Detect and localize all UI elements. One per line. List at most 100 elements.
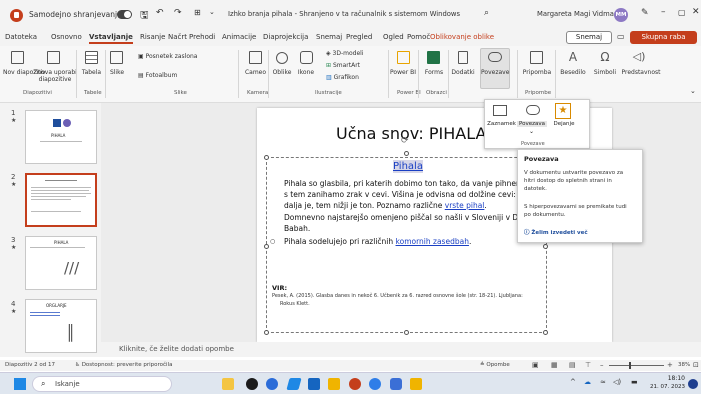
chrome-icon[interactable] — [369, 378, 381, 390]
chart-button[interactable]: ▥ Grafikon — [326, 74, 359, 81]
resize-handle[interactable] — [404, 151, 409, 156]
redo-icon[interactable]: ↷ — [174, 8, 182, 18]
customize-toolbar-icon[interactable]: ⌄ — [209, 8, 215, 16]
power-bi-button[interactable]: Power BI — [390, 69, 416, 76]
zoom-in-icon[interactable]: + — [667, 361, 673, 369]
table-button[interactable]: Tabela — [79, 69, 104, 76]
widgets-icon[interactable] — [222, 378, 234, 390]
task-view-icon[interactable] — [246, 378, 258, 390]
accessibility-status[interactable]: ♿ Dostopnost: preverite priporočila — [75, 362, 172, 368]
save-icon[interactable]: 🖫 — [140, 8, 149, 25]
tab-file[interactable]: Datoteka — [5, 33, 37, 41]
tab-record[interactable]: Snemaj — [316, 33, 342, 41]
tab-home[interactable]: Osnovno — [51, 33, 82, 41]
tab-animations[interactable]: Animacije — [222, 33, 256, 41]
close-icon[interactable]: ✕ — [692, 7, 700, 17]
tab-design[interactable]: Načrt — [168, 33, 187, 41]
reading-view-icon[interactable]: ▤ — [569, 361, 576, 369]
3d-models-button[interactable]: ◈ 3D-modeli — [326, 50, 363, 57]
record-button[interactable]: Snemaj — [566, 31, 612, 44]
slide-title[interactable]: Učna snov: PIHALA — [336, 124, 486, 143]
tab-shape-format[interactable]: Oblikovanje oblike — [430, 33, 494, 41]
resize-handle[interactable] — [404, 330, 409, 335]
text-button[interactable]: Besedilo — [559, 69, 587, 76]
tab-insert[interactable]: Vstavljanje — [89, 33, 133, 44]
resize-handle[interactable] — [543, 244, 548, 249]
clock-time[interactable]: 18:10 — [653, 375, 685, 382]
slide-thumbnail-3[interactable]: PIHALA /// — [25, 236, 97, 290]
user-name[interactable]: Margareta Magi Vidmar — [537, 10, 617, 18]
autosave-toggle[interactable] — [117, 10, 132, 19]
document-title[interactable]: Izhko branja pihala - Shranjeno v ta rač… — [228, 10, 460, 18]
chat-icon[interactable] — [266, 378, 278, 390]
powerpoint-app-icon[interactable] — [349, 378, 361, 390]
resize-handle[interactable] — [543, 330, 548, 335]
tab-transitions[interactable]: Prehodi — [189, 33, 215, 41]
undo-icon[interactable]: ↶ — [156, 8, 164, 18]
collapse-ribbon-icon[interactable]: ⌄ — [690, 88, 696, 95]
tab-help[interactable]: Pomoč — [407, 33, 430, 41]
icons-button[interactable]: Ikone — [296, 69, 316, 76]
addins-button[interactable]: Dodatki — [451, 69, 475, 76]
onedrive-icon[interactable]: ☁ — [584, 378, 591, 386]
file-explorer-icon[interactable] — [328, 378, 340, 390]
wifi-icon[interactable]: ≈ — [600, 378, 606, 386]
reuse-slides-button[interactable]: Znova uporabi diapozitive — [33, 69, 77, 83]
new-slide-button[interactable]: Nov diapozitiv — [3, 69, 46, 76]
link-types-of-wind-instruments[interactable]: vrste pihal — [445, 201, 485, 210]
minimize-icon[interactable]: – — [661, 7, 666, 17]
zoom-slider[interactable] — [609, 365, 664, 366]
media-button[interactable]: Predstavnost — [621, 69, 661, 76]
symbols-button[interactable]: Simboli — [592, 69, 618, 76]
windows-start-icon[interactable] — [14, 378, 26, 390]
resize-handle[interactable] — [264, 244, 269, 249]
photo-album-button[interactable]: ▤ Fotoalbum — [138, 72, 177, 79]
rotate-icon[interactable]: ⟳ — [401, 136, 409, 146]
slide-thumbnail-1[interactable]: PIHALA — [25, 110, 97, 164]
smartart-button[interactable]: ⊞ SmartArt — [326, 62, 360, 69]
zoom-out-icon[interactable]: – — [600, 361, 604, 369]
comment-button[interactable]: Pripomba — [522, 69, 552, 76]
normal-view-icon[interactable]: ▣ — [532, 361, 539, 369]
shapes-button[interactable]: Oblike — [270, 69, 294, 76]
tab-slideshow[interactable]: Diaprojekcija — [263, 33, 308, 41]
slide-heading[interactable]: Pihala — [393, 160, 423, 173]
pictures-button[interactable]: Slike — [105, 69, 129, 76]
search-icon[interactable]: ⌕ — [484, 8, 489, 18]
clock-date[interactable]: 21. 07. 2023 — [645, 384, 685, 390]
notification-badge[interactable] — [688, 379, 698, 389]
present-icon[interactable]: ⊞ — [194, 8, 201, 17]
slideshow-icon[interactable]: ⊤ — [585, 361, 591, 369]
settings-icon[interactable] — [390, 378, 402, 390]
tab-review[interactable]: Pregled — [346, 33, 372, 41]
notes-pane[interactable]: Kliknite, če želite dodati opombe — [101, 342, 701, 357]
slide-heading-link[interactable]: Pihala — [393, 161, 423, 172]
slide-thumbnail-2[interactable] — [25, 173, 97, 227]
link-chamber-ensembles[interactable]: komornih zasedbah — [396, 237, 469, 246]
cameo-button[interactable]: Cameo — [243, 69, 268, 76]
fit-to-window-icon[interactable]: ⊡ — [693, 361, 699, 369]
tell-me-more-link[interactable]: ⓘ Želim izvedeti več — [524, 228, 588, 236]
folder-icon[interactable] — [410, 378, 422, 390]
screenshot-button[interactable]: ▣ Posnetek zaslona — [138, 53, 197, 60]
zoom-level[interactable]: 38% — [678, 362, 690, 368]
slide-sorter-icon[interactable]: ▦ — [551, 361, 558, 369]
maximize-icon[interactable]: ▢ — [678, 8, 686, 17]
tab-draw[interactable]: Risanje — [140, 33, 165, 41]
dropdown-item-link[interactable]: Povezava — [517, 121, 547, 127]
resize-handle[interactable] — [264, 330, 269, 335]
outlook-icon[interactable] — [308, 378, 320, 390]
tab-view[interactable]: Ogled — [383, 33, 404, 41]
dropdown-item-bookmark[interactable]: Zaznamek — [485, 121, 518, 127]
forms-button[interactable]: Forms — [422, 69, 446, 76]
volume-icon[interactable]: ◁) — [613, 378, 621, 386]
resize-handle[interactable] — [264, 155, 269, 160]
zoom-slider-thumb[interactable] — [629, 362, 631, 369]
edge-icon[interactable] — [286, 378, 302, 390]
dropdown-item-action[interactable]: Dejanje — [547, 121, 581, 127]
search-box[interactable]: ⌕ Iskanje — [32, 376, 172, 392]
avatar[interactable]: MM — [614, 8, 628, 22]
chevron-up-icon[interactable]: ^ — [570, 378, 576, 386]
battery-icon[interactable]: ▬ — [631, 378, 638, 386]
share-button[interactable]: Skupna raba — [630, 31, 697, 44]
